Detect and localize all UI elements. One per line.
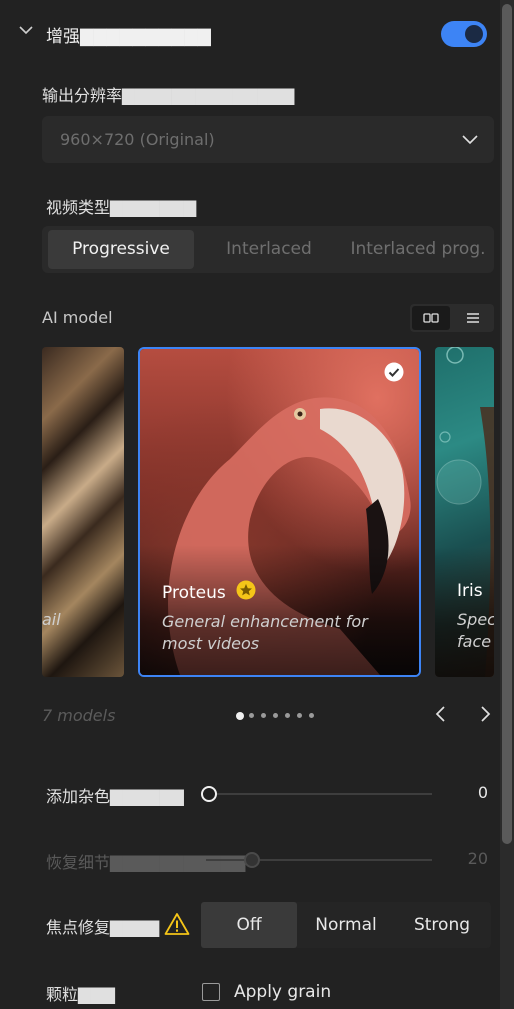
recover-detail-thumb[interactable] [244,852,260,868]
card-view-button[interactable] [412,306,450,330]
model-card-iris[interactable]: Iris Spec face [435,347,494,677]
output-resolution-select[interactable]: 960×720 (Original) [42,116,494,163]
star-badge-icon [236,580,256,600]
carousel-dot[interactable] [273,713,278,718]
models-count: 7 models [42,706,116,725]
model-card-desc: ail [42,610,61,629]
enhancement-toggle[interactable] [441,21,487,47]
list-view-button[interactable] [454,306,492,330]
model-name: Iris [457,581,483,601]
carousel-footer: 7 models [42,700,494,730]
add-noise-value: 0 [477,783,488,802]
selected-check-icon [384,362,404,382]
recover-detail-slider-row: 恢复细节▇▇▇▇▇▇▇▇▇▇▇ 20 [46,845,492,875]
output-resolution-value: 960×720 (Original) [60,130,215,149]
toggle-knob [465,25,483,43]
scrollbar-thumb[interactable] [502,4,512,844]
model-description: General enhancement for most videos [162,612,368,653]
video-type-selector: Progressive Interlaced Interlaced prog. [42,226,494,273]
card-shade [140,545,419,675]
focus-fix-strong[interactable]: Strong [395,902,489,948]
add-noise-thumb[interactable] [201,786,217,802]
section-header[interactable]: 增强▇▇▇▇▇▇▇▇▇▇ [0,12,500,56]
output-resolution-label: 输出分辨率▇▇▇▇▇▇▇▇▇▇▇▇▇▇ [42,86,295,105]
chevron-down-icon [462,135,478,145]
enhancement-panel: 增强▇▇▇▇▇▇▇▇▇▇ 输出分辨率▇▇▇▇▇▇▇▇▇▇▇▇▇▇ 960×720… [0,0,500,1009]
carousel-dot[interactable] [236,712,244,720]
carousel-dot[interactable] [285,713,290,718]
add-noise-slider-row: 添加杂色▇▇▇▇▇▇ 0 [46,779,492,809]
video-type-interlaced[interactable]: Interlaced [198,230,340,269]
focus-fix-off[interactable]: Off [201,902,297,948]
carousel-dot[interactable] [249,713,254,718]
carousel-dot[interactable] [261,713,266,718]
chevron-right-icon[interactable] [478,705,492,723]
model-card-proteus[interactable]: Proteus General enhancement for most vid… [138,347,421,677]
warning-icon[interactable] [164,912,190,936]
grain-label: 颗粒▇▇▇ [46,985,115,1004]
model-name: Proteus [162,583,226,603]
ai-model-label: AI model [42,308,113,327]
model-description: Spec face [457,610,494,651]
video-type-label: 视频类型▇▇▇▇▇▇▇ [46,198,197,217]
carousel-dot[interactable] [297,713,302,718]
recover-detail-value: 20 [467,849,488,868]
add-noise-track[interactable] [206,793,432,795]
focus-fix-selector: Off Normal Strong [201,902,491,948]
video-type-interlaced-prog[interactable]: Interlaced prog. [344,230,492,269]
chevron-left-icon[interactable] [434,705,448,723]
apply-grain-checkbox[interactable] [202,983,220,1001]
recover-detail-track[interactable] [206,859,432,861]
video-type-progressive[interactable]: Progressive [48,230,194,269]
model-card-previous[interactable]: ail [42,347,124,677]
list-view-icon [467,313,479,323]
add-noise-label: 添加杂色▇▇▇▇▇▇ [46,787,184,806]
view-switch [410,304,494,332]
card-view-icon [423,313,439,323]
scrollbar[interactable] [500,0,514,1009]
section-title: 增强▇▇▇▇▇▇▇▇▇▇ [46,27,211,47]
recover-detail-label: 恢复细节▇▇▇▇▇▇▇▇▇▇▇ [46,853,246,872]
chevron-down-icon[interactable] [18,22,34,38]
focus-fix-label: 焦点修复▇▇▇▇ [46,918,160,937]
carousel-dot[interactable] [309,713,314,718]
apply-grain-label[interactable]: Apply grain [234,982,331,1002]
focus-fix-normal[interactable]: Normal [299,902,393,948]
carousel-dots [236,712,336,720]
